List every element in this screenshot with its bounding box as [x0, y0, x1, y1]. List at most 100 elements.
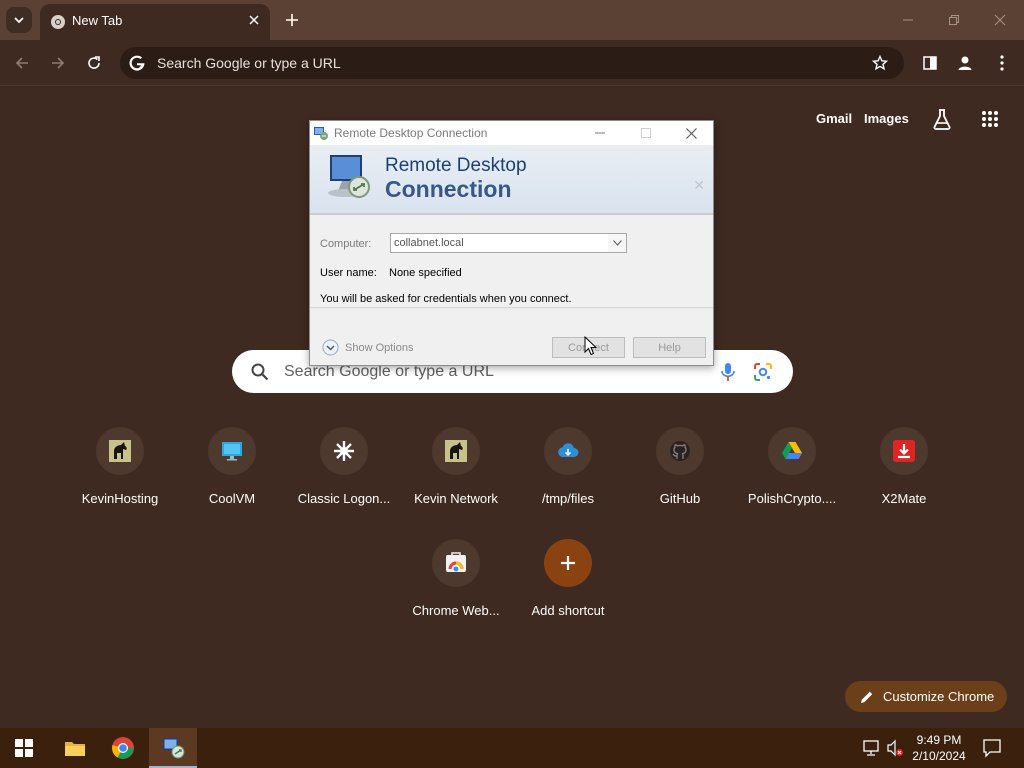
- microphone-icon[interactable]: [719, 361, 737, 383]
- shortcut-icon-circle: [880, 427, 928, 475]
- shortcut-tile[interactable]: GitHub: [624, 427, 736, 527]
- reload-icon: [88, 56, 100, 69]
- tab-search-button[interactable]: [6, 7, 32, 33]
- shortcut-icon-circle: [208, 427, 256, 475]
- taskbar-clock[interactable]: 9:49 PM 2/10/2024: [904, 732, 974, 764]
- shortcut-tile[interactable]: CoolVM: [176, 427, 288, 527]
- network-icon[interactable]: [862, 739, 880, 757]
- shortcut-icon-circle: [544, 427, 592, 475]
- expand-circle-icon: [322, 339, 339, 356]
- labs-button[interactable]: [929, 106, 955, 132]
- shortcut-tile[interactable]: /tmp/files: [512, 427, 624, 527]
- search-icon: [251, 363, 269, 381]
- rdp-banner-title-line1: Remote Desktop: [385, 155, 527, 176]
- chrome-favicon-icon: [51, 15, 65, 29]
- google-apps-button[interactable]: [977, 106, 1003, 132]
- minimize-button[interactable]: [896, 10, 920, 30]
- rdp-banner: Remote Desktop Connection ✕: [310, 145, 713, 215]
- help-button[interactable]: Help: [633, 337, 706, 358]
- taskbar: 9:49 PM 2/10/2024: [0, 728, 1024, 768]
- new-tab-button[interactable]: [282, 10, 302, 30]
- reload-button[interactable]: [82, 51, 106, 75]
- shortcut-label: X2Mate: [881, 491, 927, 506]
- profile-button[interactable]: [953, 51, 977, 75]
- shortcut-tile[interactable]: X2Mate: [848, 427, 960, 527]
- shortcut-icon-circle: [656, 427, 704, 475]
- profile-icon: [958, 56, 972, 70]
- chevron-down-icon: [612, 240, 622, 246]
- plus-icon: [286, 14, 298, 26]
- bookmark-star-button[interactable]: [870, 53, 890, 73]
- chrome-menu-button[interactable]: [990, 51, 1014, 75]
- rdp-banner-title-line2: Connection: [385, 176, 512, 202]
- rdp-divider: [310, 307, 713, 311]
- shortcut-icon-circle: [768, 427, 816, 475]
- show-options-button[interactable]: Show Options: [322, 339, 413, 356]
- shortcut-icon-circle: [544, 539, 592, 587]
- shortcut-tile[interactable]: Classic Logon...: [288, 427, 400, 527]
- rdp-titlebar[interactable]: Remote Desktop Connection: [310, 121, 713, 145]
- computer-dropdown-button[interactable]: [608, 234, 626, 252]
- google-lens-icon[interactable]: [753, 362, 773, 382]
- volume-muted-icon[interactable]: [886, 739, 904, 757]
- tab-close-button[interactable]: [246, 12, 262, 28]
- shortcut-label: Add shortcut: [531, 603, 605, 618]
- shortcut-label: GitHub: [659, 491, 701, 506]
- shortcut-tile[interactable]: KevinHosting: [64, 427, 176, 527]
- clock-date: 2/10/2024: [912, 749, 966, 763]
- shortcut-label: PolishCrypto....: [747, 491, 837, 506]
- taskbar-file-explorer[interactable]: [51, 728, 99, 768]
- close-window-button[interactable]: [988, 10, 1012, 30]
- shortcut-tile[interactable]: Chrome Web...: [400, 539, 512, 639]
- rdp-minimize-button[interactable]: [590, 124, 610, 142]
- shortcut-label: Classic Logon...: [297, 491, 391, 506]
- shortcut-icon-circle: [432, 427, 480, 475]
- computer-value: collabnet.local: [394, 237, 464, 249]
- close-icon: [685, 127, 697, 139]
- cloud-icon: [558, 443, 579, 457]
- folder-icon: [65, 742, 85, 756]
- computer-label: Computer:: [320, 238, 372, 250]
- rdp-close-button[interactable]: [681, 124, 701, 142]
- taskbar-remote-desktop[interactable]: [149, 728, 197, 768]
- rdp-maximize-button[interactable]: [636, 124, 656, 142]
- gmail-link[interactable]: Gmail: [816, 111, 852, 126]
- username-label: User name:: [320, 267, 377, 279]
- add-shortcut-tile[interactable]: Add shortcut: [512, 539, 624, 639]
- tab-new-tab[interactable]: New Tab: [40, 4, 270, 40]
- back-button[interactable]: [10, 51, 34, 75]
- computer-monitor-icon: [328, 155, 370, 198]
- chevron-down-icon: [14, 17, 24, 24]
- star-burst-icon: [334, 441, 354, 461]
- minimize-icon: [903, 19, 913, 21]
- web-store-icon: [446, 552, 466, 572]
- kebab-menu-icon: [1000, 55, 1004, 71]
- restore-button[interactable]: [942, 10, 966, 30]
- shortcut-tile[interactable]: Kevin Network: [400, 427, 512, 527]
- tab-title: New Tab: [72, 13, 123, 28]
- maximize-icon: [641, 128, 651, 138]
- side-panel-button[interactable]: [918, 51, 942, 75]
- apps-grid-icon: [982, 111, 998, 127]
- plus-icon: [561, 556, 575, 570]
- notifications-icon[interactable]: [982, 738, 1002, 758]
- images-link[interactable]: Images: [864, 111, 909, 126]
- customize-chrome-button[interactable]: Customize Chrome: [845, 681, 1007, 712]
- clock-time: 9:49 PM: [916, 733, 962, 747]
- side-panel-icon: [923, 56, 937, 70]
- minimize-icon: [595, 132, 605, 134]
- arrow-left-icon: [15, 57, 28, 69]
- start-button[interactable]: [0, 728, 48, 768]
- horse-icon: [445, 440, 467, 462]
- username-value: None specified: [389, 267, 462, 279]
- pencil-icon: [861, 691, 873, 703]
- shortcut-tile[interactable]: PolishCrypto....: [736, 427, 848, 527]
- taskbar-chrome[interactable]: [99, 728, 147, 768]
- google-g-icon: [129, 55, 145, 71]
- shortcut-label: /tmp/files: [541, 491, 594, 506]
- forward-button[interactable]: [46, 51, 70, 75]
- windows-logo-icon: [15, 739, 33, 757]
- omnibox[interactable]: Search Google or type a URL: [120, 47, 904, 79]
- shortcut-label: KevinHosting: [81, 491, 159, 506]
- computer-combobox[interactable]: collabnet.local: [390, 233, 627, 253]
